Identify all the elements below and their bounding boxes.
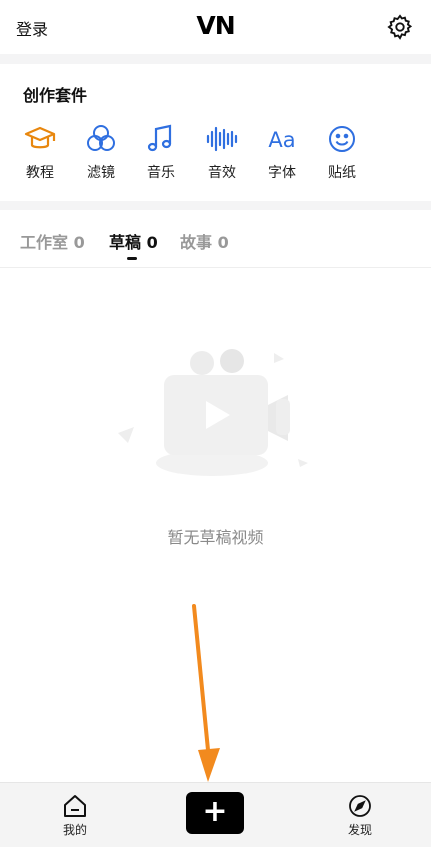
creation-suite-panel: 创作套件 教程 滤镜 音乐 音效 Aa 字体 贴纸	[0, 64, 431, 201]
active-tab-indicator	[127, 257, 137, 260]
tool-filter[interactable]: 滤镜	[73, 122, 129, 182]
tab-studio[interactable]: 工作室 0	[20, 229, 85, 253]
project-tabs: 工作室 0 草稿 0 故事 0	[0, 210, 431, 268]
create-project-button[interactable]: +	[186, 792, 244, 834]
tool-music[interactable]: 音乐	[133, 122, 189, 182]
smiley-sticker-icon	[329, 126, 355, 152]
tool-font[interactable]: Aa 字体	[254, 122, 310, 182]
tab-drafts[interactable]: 草稿 0	[109, 229, 158, 253]
app-logo: VN	[196, 11, 235, 40]
music-note-icon	[147, 124, 172, 152]
sound-wave-icon	[206, 126, 238, 152]
bottom-navigation: 我的 + 发现	[0, 782, 431, 847]
tool-tutorial[interactable]: 教程	[12, 122, 68, 182]
tool-label: 字体	[268, 165, 296, 181]
tab-stories[interactable]: 故事 0	[180, 229, 229, 253]
graduation-cap-icon	[24, 126, 56, 149]
suite-title: 创作套件	[23, 86, 88, 105]
tool-label: 滤镜	[87, 165, 115, 181]
nav-discover[interactable]: 发现	[340, 793, 380, 838]
empty-video-camera-icon	[118, 349, 308, 476]
tool-label: 音效	[208, 165, 236, 181]
gear-icon[interactable]	[386, 13, 414, 41]
compass-icon	[349, 795, 371, 817]
tool-label: 教程	[26, 165, 54, 181]
tool-sticker[interactable]: 贴纸	[314, 122, 370, 182]
tool-label: 贴纸	[328, 165, 356, 181]
font-aa-icon: Aa	[268, 128, 295, 152]
annotation-arrow-icon	[192, 604, 220, 782]
nav-mine-label: 我的	[62, 823, 87, 837]
nav-mine[interactable]: 我的	[55, 793, 95, 838]
filter-circles-icon	[87, 125, 115, 151]
login-link[interactable]: 登录	[16, 16, 48, 40]
svg-text:Aa: Aa	[268, 128, 295, 152]
top-bar: 登录 VN	[0, 0, 431, 54]
nav-discover-label: 发现	[347, 823, 372, 837]
tool-label: 音乐	[147, 165, 175, 181]
empty-state-message: 暂无草稿视频	[167, 528, 264, 547]
tool-sound-effects[interactable]: 音效	[194, 122, 250, 182]
home-icon	[64, 795, 86, 817]
